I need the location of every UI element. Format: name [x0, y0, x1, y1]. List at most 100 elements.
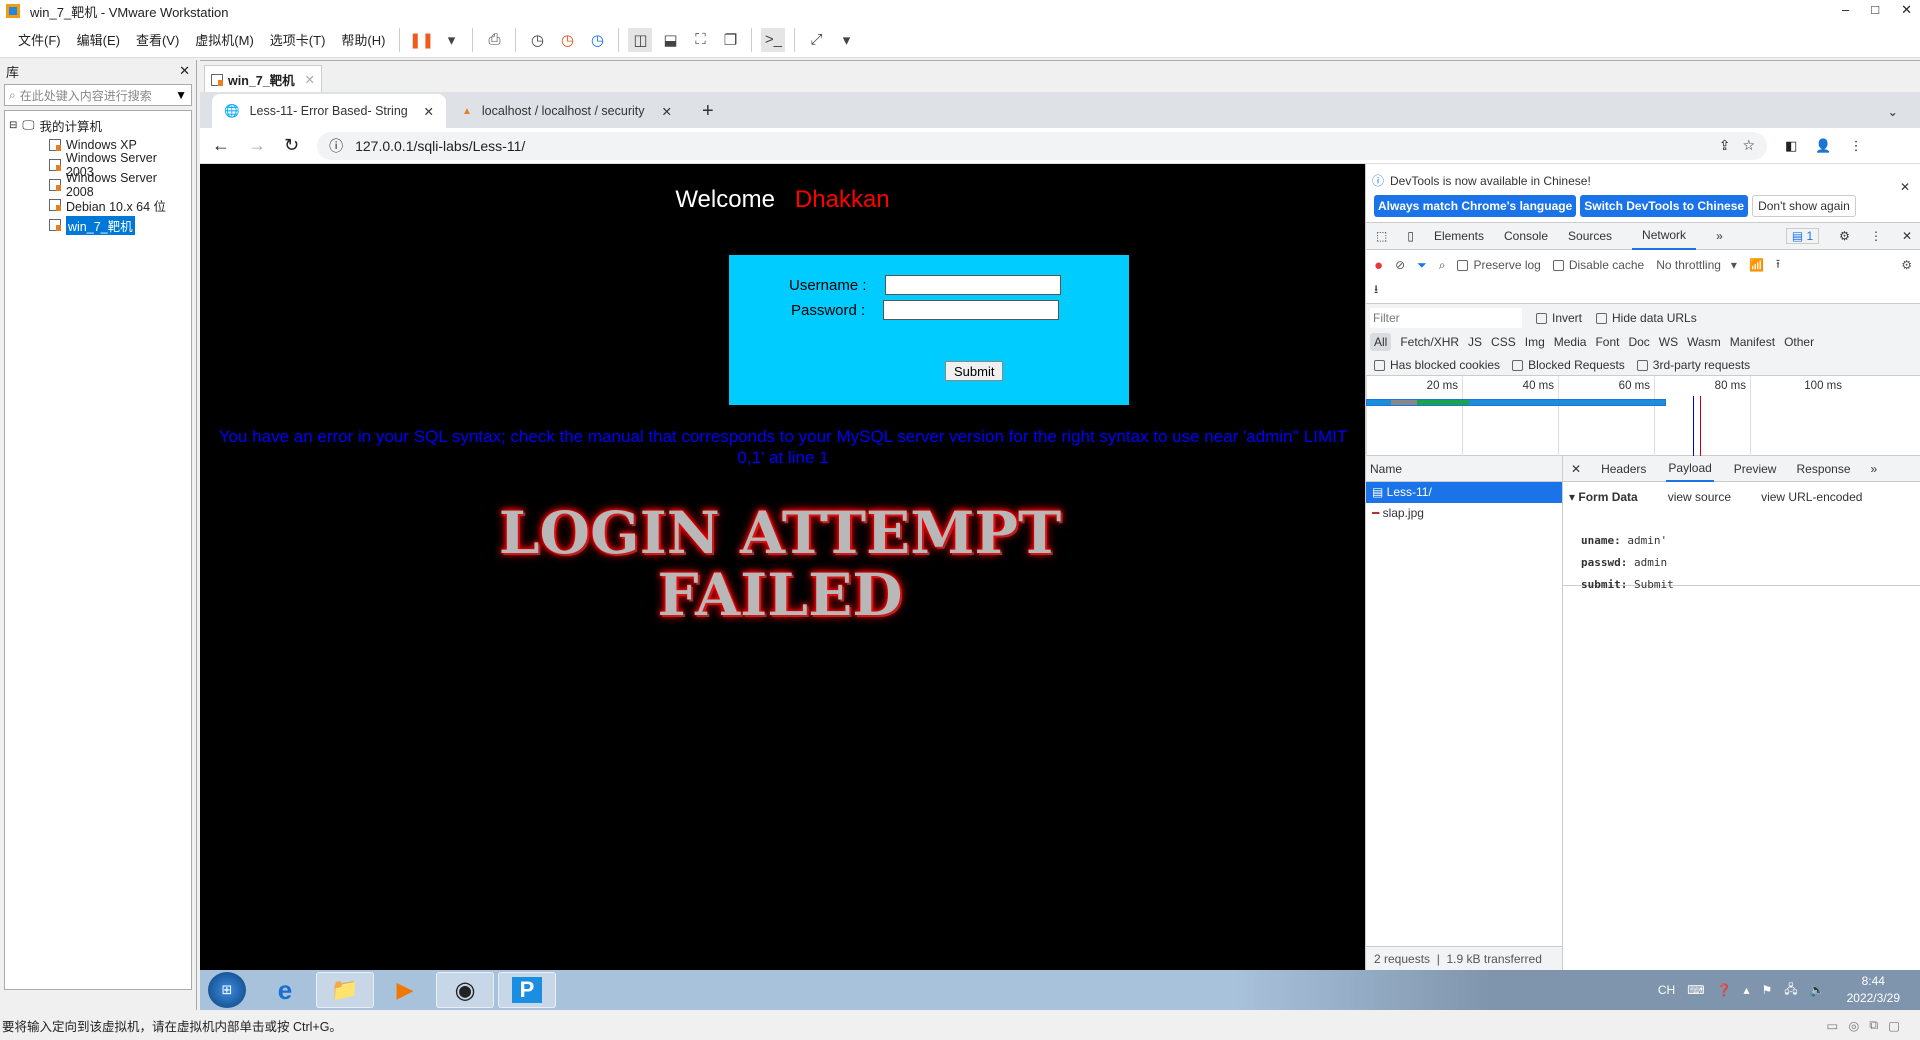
- blocked-requests-checkbox[interactable]: Blocked Requests: [1512, 358, 1625, 372]
- tab-close[interactable]: ✕: [424, 104, 434, 119]
- type-filter-img[interactable]: Img: [1525, 335, 1545, 349]
- type-filter-other[interactable]: Other: [1784, 335, 1814, 349]
- media-player-icon[interactable]: ▶: [376, 972, 434, 1008]
- tab-close[interactable]: ✕: [662, 104, 672, 119]
- more-tabs-icon[interactable]: »: [1871, 462, 1878, 476]
- name-header[interactable]: Name: [1366, 456, 1562, 482]
- help-icon[interactable]: ❓: [1717, 983, 1732, 997]
- disable-cache-checkbox[interactable]: Disable cache: [1552, 258, 1644, 272]
- third-party-checkbox[interactable]: 3rd-party requests: [1636, 358, 1750, 372]
- network-icon[interactable]: 🖧: [1784, 980, 1797, 1001]
- thumbnail-view-icon[interactable]: ⬓: [658, 28, 682, 52]
- profile-avatar[interactable]: 👤: [1815, 138, 1831, 154]
- tab-phpmyadmin[interactable]: ▲ localhost / localhost / security ✕: [450, 94, 684, 128]
- library-close-button[interactable]: ✕: [179, 63, 190, 79]
- type-filter-media[interactable]: Media: [1554, 335, 1587, 349]
- invert-checkbox[interactable]: Invert: [1536, 311, 1582, 325]
- hide-data-urls-checkbox[interactable]: Hide data URLs: [1596, 311, 1697, 325]
- dropdown-icon[interactable]: ▾: [439, 28, 463, 52]
- password-input[interactable]: [883, 300, 1060, 320]
- tab-sources[interactable]: Sources: [1568, 229, 1612, 243]
- network-conditions-icon[interactable]: 📶: [1749, 258, 1764, 272]
- filter-input[interactable]: Filter: [1370, 307, 1522, 328]
- network-timeline[interactable]: 20 ms 40 ms 60 ms 80 ms 100 ms: [1366, 375, 1920, 456]
- menu-vm[interactable]: 虚拟机(M): [187, 30, 262, 49]
- blocked-cookies-checkbox[interactable]: Has blocked cookies: [1374, 358, 1500, 372]
- request-row[interactable]: ▤ Less-11/: [1366, 482, 1562, 503]
- type-filter-doc[interactable]: Doc: [1628, 335, 1649, 349]
- chrome-icon[interactable]: ◉: [436, 972, 494, 1008]
- vm-tab-close[interactable]: ✕: [305, 72, 315, 87]
- stretch-icon[interactable]: ⤢: [804, 28, 828, 52]
- close-devtools-icon[interactable]: ✕: [1902, 229, 1912, 243]
- vm-tab[interactable]: win_7_靶机 ✕: [204, 65, 322, 93]
- export-har-icon[interactable]: ⭳: [1374, 280, 1378, 301]
- tree-item[interactable]: Debian 10.x 64 位: [9, 195, 187, 215]
- menu-file[interactable]: 文件(F): [10, 30, 69, 49]
- more-tabs-icon[interactable]: »: [1716, 229, 1723, 243]
- p-app-icon[interactable]: P: [498, 972, 556, 1008]
- menu-help[interactable]: 帮助(H): [333, 30, 393, 49]
- snapshot-icon[interactable]: ◷: [525, 28, 549, 52]
- tab-elements[interactable]: Elements: [1434, 229, 1484, 243]
- type-filter-manifest[interactable]: Manifest: [1730, 335, 1775, 349]
- close-button[interactable]: ✕: [1901, 2, 1912, 18]
- dont-show-again-button[interactable]: Don't show again: [1752, 195, 1856, 217]
- bookmark-star-icon[interactable]: ☆: [1743, 137, 1756, 154]
- tab-less-11[interactable]: 🌐 Less-11- Error Based- String ✕: [212, 94, 446, 128]
- network-settings-icon[interactable]: ⚙: [1901, 258, 1912, 272]
- language-indicator[interactable]: CH: [1658, 983, 1675, 997]
- tree-root[interactable]: ⊟ 🖵 我的计算机: [9, 115, 187, 135]
- switch-chinese-button[interactable]: Switch DevTools to Chinese: [1580, 195, 1749, 217]
- clear-icon[interactable]: ⊘: [1395, 258, 1405, 272]
- device-toolbar-icon[interactable]: ▯: [1407, 229, 1414, 243]
- chrome-menu-icon[interactable]: ⋮: [1850, 138, 1863, 154]
- username-input[interactable]: [884, 275, 1061, 295]
- menu-view[interactable]: 查看(V): [128, 30, 187, 49]
- tab-search-icon[interactable]: ⌄: [1876, 94, 1910, 128]
- show-hidden-icons[interactable]: ▴: [1743, 983, 1749, 997]
- cd-icon[interactable]: ◎: [1848, 1018, 1859, 1033]
- side-panel-icon[interactable]: ◧: [1785, 138, 1797, 154]
- tab-payload[interactable]: Payload: [1666, 456, 1714, 482]
- volume-icon[interactable]: 🔈: [1810, 983, 1825, 997]
- match-language-button[interactable]: Always match Chrome's language: [1374, 195, 1577, 217]
- unity-icon[interactable]: ❐: [718, 28, 742, 52]
- tab-headers[interactable]: Headers: [1601, 462, 1646, 476]
- library-view-icon[interactable]: ◫: [628, 27, 653, 52]
- tab-response[interactable]: Response: [1796, 462, 1850, 476]
- throttling-select[interactable]: No throttling ▾: [1656, 258, 1737, 272]
- submit-button[interactable]: Submit: [945, 361, 1004, 381]
- tab-network[interactable]: Network: [1632, 222, 1697, 250]
- library-search-input[interactable]: ⌕ 在此处键入内容进行搜索 ▼: [4, 84, 192, 106]
- start-button[interactable]: ⊞: [208, 972, 246, 1008]
- revert-snapshot-icon[interactable]: ◷: [555, 28, 579, 52]
- tree-item[interactable]: Windows Server 2008: [9, 171, 187, 199]
- type-filter-all[interactable]: All: [1370, 333, 1392, 351]
- type-filter-css[interactable]: CSS: [1491, 335, 1516, 349]
- menu-edit[interactable]: 编辑(E): [69, 30, 128, 49]
- url-input[interactable]: ⓘ 127.0.0.1/sqli-labs/Less-11/⇪ ☆: [317, 131, 1768, 160]
- maximize-button[interactable]: □: [1871, 2, 1879, 18]
- view-url-encoded-link[interactable]: view URL-encoded: [1761, 490, 1862, 504]
- menu-tabs[interactable]: 选项卡(T): [262, 30, 334, 49]
- message-icon[interactable]: ▢: [1888, 1018, 1900, 1033]
- back-icon[interactable]: ←: [212, 135, 230, 156]
- type-filter-ws[interactable]: WS: [1659, 335, 1678, 349]
- notice-close-icon[interactable]: ✕: [1900, 180, 1910, 194]
- inspect-icon[interactable]: ⬚: [1376, 229, 1387, 243]
- dropdown-icon[interactable]: ▼: [175, 88, 187, 102]
- type-filter-wasm[interactable]: Wasm: [1687, 335, 1721, 349]
- send-ctrl-alt-del-icon[interactable]: ⎙: [482, 28, 506, 52]
- settings-icon[interactable]: ⚙: [1839, 229, 1850, 243]
- close-detail-icon[interactable]: ✕: [1571, 462, 1581, 476]
- hdd-icon[interactable]: ▭: [1827, 1018, 1839, 1033]
- form-data-section[interactable]: ▾ Form Data: [1569, 490, 1638, 504]
- tree-item-selected[interactable]: win_7_靶机: [9, 215, 187, 235]
- tab-preview[interactable]: Preview: [1734, 462, 1777, 476]
- minimize-button[interactable]: –: [1842, 2, 1849, 18]
- pause-icon[interactable]: ❚❚: [409, 28, 434, 52]
- preserve-log-checkbox[interactable]: Preserve log: [1457, 258, 1541, 272]
- dropdown-icon[interactable]: ▾: [834, 28, 858, 52]
- more-options-icon[interactable]: ⋮: [1870, 229, 1882, 243]
